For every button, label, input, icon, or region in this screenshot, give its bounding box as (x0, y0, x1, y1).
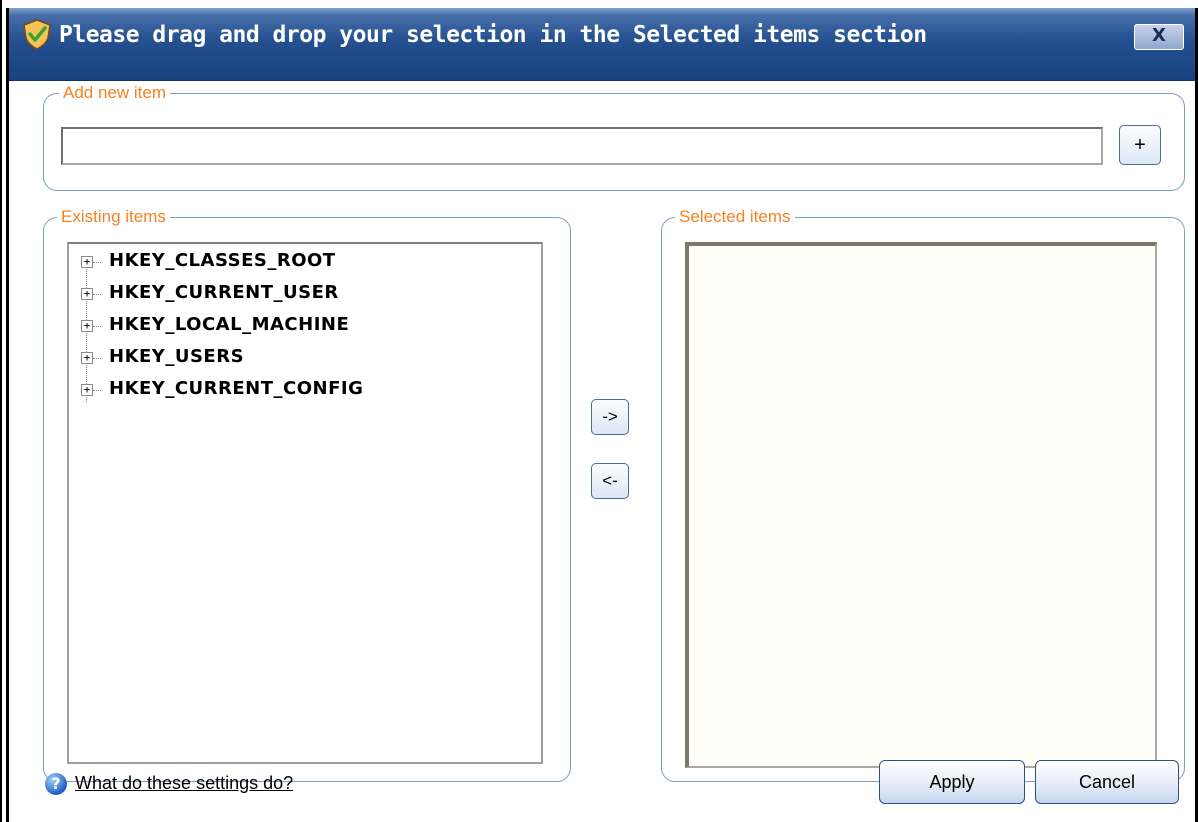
tree-node-label: HKEY_CLASSES_ROOT (109, 250, 336, 271)
expand-icon[interactable]: + (81, 256, 93, 268)
tree-node-label: HKEY_USERS (109, 346, 245, 367)
new-item-input[interactable] (61, 127, 1103, 165)
existing-items-legend: Existing items (57, 207, 170, 227)
help-link[interactable]: What do these settings do? (75, 773, 293, 794)
selected-items-list[interactable] (685, 242, 1157, 768)
dialog-window: Please drag and drop your selection in t… (6, 8, 1198, 822)
apply-button[interactable]: Apply (879, 760, 1025, 804)
tree-branch (93, 358, 101, 359)
expand-icon[interactable]: + (81, 320, 93, 332)
tree-branch (93, 326, 101, 327)
background-strip (0, 0, 1198, 8)
expand-icon[interactable]: + (81, 384, 93, 396)
question-icon[interactable]: ? (45, 773, 67, 795)
close-button[interactable]: X (1134, 24, 1184, 50)
add-to-selected-button[interactable]: -> (591, 399, 629, 435)
add-item-button[interactable]: + (1119, 125, 1161, 165)
tree-node-label: HKEY_CURRENT_USER (109, 282, 339, 303)
selected-items-legend: Selected items (675, 207, 795, 227)
tree-connector (86, 262, 87, 402)
expand-icon[interactable]: + (81, 352, 93, 364)
title-bar[interactable]: Please drag and drop your selection in t… (9, 8, 1195, 81)
tree-branch (93, 262, 101, 263)
tree-node-label: HKEY_CURRENT_CONFIG (109, 378, 364, 399)
registry-tree[interactable]: + HKEY_CLASSES_ROOT + HKEY_CURRENT_USER … (67, 242, 543, 764)
shield-check-icon (23, 19, 51, 50)
tree-branch (93, 390, 101, 391)
tree-node-label: HKEY_LOCAL_MACHINE (109, 314, 350, 335)
window-title: Please drag and drop your selection in t… (59, 22, 927, 48)
dialog-content: Add new item + Existing items + HKEY_CLA… (9, 81, 1195, 822)
remove-from-selected-button[interactable]: <- (591, 463, 629, 499)
cancel-button[interactable]: Cancel (1035, 760, 1179, 804)
screen-edge (0, 0, 2, 822)
expand-icon[interactable]: + (81, 288, 93, 300)
tree-branch (93, 294, 101, 295)
add-new-item-legend: Add new item (59, 83, 170, 103)
